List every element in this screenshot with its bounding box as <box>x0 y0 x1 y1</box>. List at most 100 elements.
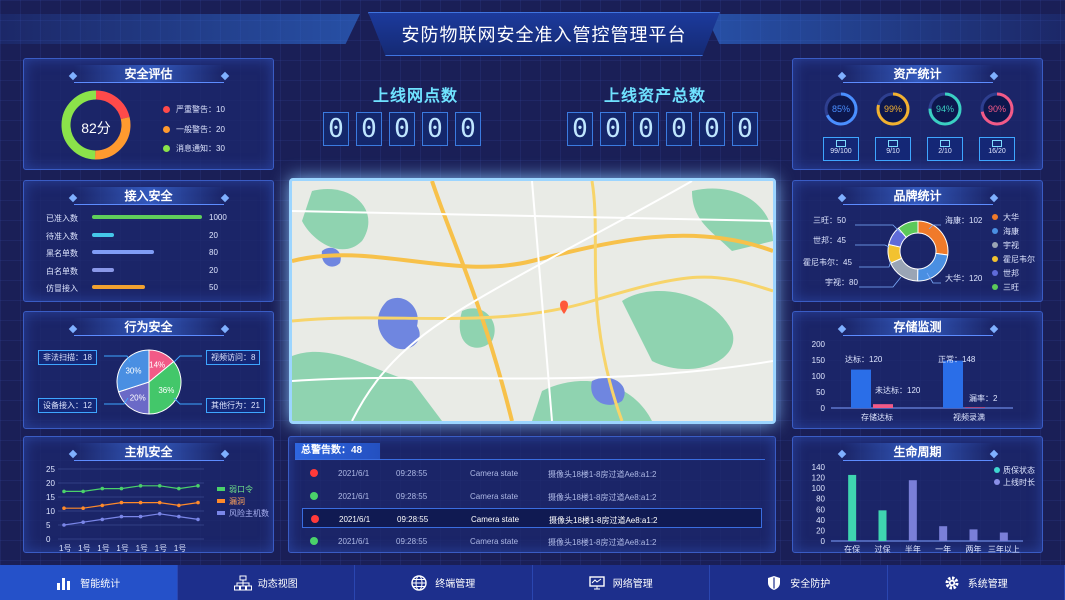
bar <box>965 407 985 408</box>
bar-annotation: 正常：148 <box>938 355 976 364</box>
counter-digit: 0 <box>567 112 593 146</box>
legend-dot <box>992 242 998 248</box>
alarm-row[interactable]: 2021/6/1 09:28:55 Camera state 摄像头18楼1-8房过道… <box>302 486 762 506</box>
legend-label: 霍尼韦尔 <box>1003 254 1035 264</box>
map-view[interactable] <box>289 178 776 424</box>
asset-ring: 85% <box>824 92 858 126</box>
access-row-label: 黑名单数 <box>46 249 78 258</box>
counter-digit: 0 <box>422 112 448 146</box>
series-point <box>81 506 85 510</box>
alarm-time: 09:28:55 <box>396 536 428 546</box>
alarm-date: 2021/6/1 <box>338 469 370 478</box>
series-point <box>62 523 66 527</box>
access-row-bar <box>92 250 154 254</box>
leader-line <box>859 260 892 268</box>
counter-digit: 0 <box>699 112 725 146</box>
access-row-label: 待准入数 <box>46 231 78 241</box>
nav-item-label: 动态视图 <box>257 579 298 590</box>
monitor-icon <box>589 575 605 591</box>
x-tick-label: 1号 <box>78 544 90 553</box>
asset-count-box: 9/10 <box>875 137 911 161</box>
access-row-value: 1000 <box>209 213 227 222</box>
series-point <box>81 489 85 494</box>
series-point <box>177 486 181 491</box>
alarm-row[interactable]: 2021/6/1 09:28:55 Camera state 摄像头18楼1-8房过道… <box>302 463 762 483</box>
counter-digit: 0 <box>633 112 659 146</box>
device-icon <box>992 140 1002 147</box>
counter-digit: 0 <box>666 112 692 146</box>
y-tick-label: 120 <box>812 474 826 483</box>
series-point <box>196 484 200 488</box>
lifecycle-bar-chart: 0 2040 6080 100120 140 在保 过保 半年 一年 两年 三年以上 质保状态上线时长 <box>812 463 1035 554</box>
leader-line <box>173 355 202 363</box>
tag-device-access: 设备接入：12 <box>38 398 97 413</box>
legend-label: 海康 <box>1003 226 1019 236</box>
ring-percent: 90% <box>988 104 1006 114</box>
x-tick-label: 1号 <box>116 544 128 553</box>
alarm-msg: 摄像头18楼1-8房过道Ae8:a1:2 <box>548 470 657 479</box>
y-tick-label: 20 <box>46 479 55 488</box>
page-title: 安防物联网安全准入管控管理平台 <box>401 25 687 46</box>
y-tick-label: 150 <box>812 356 826 365</box>
status-dot <box>310 536 318 545</box>
bar <box>969 529 978 541</box>
nav-item[interactable]: 网络管理 <box>532 565 710 600</box>
series-point <box>100 503 105 508</box>
counter-digit: 0 <box>323 112 349 146</box>
x-tick-label: 1号 <box>174 544 186 553</box>
org-chart-icon <box>233 575 252 591</box>
status-dot <box>311 515 319 523</box>
leader-line <box>173 397 202 405</box>
panel-title: 资产统计 <box>842 65 993 83</box>
pie-slice-label: 36% <box>158 386 174 395</box>
legend-dot <box>992 256 998 262</box>
leader-line <box>855 224 902 234</box>
nav-item[interactable]: 安全防护 <box>710 565 888 600</box>
bottom-nav: 智能统计 动态视图 终端管理 网络管理 安全防护 系统管理 <box>0 565 1065 600</box>
alarm-row[interactable]: 2021/6/1 09:28:55 Camera state 摄像头18楼1-8房过道… <box>302 508 762 528</box>
x-tick-label: 1号 <box>155 544 167 553</box>
asset-count-box: 2/10 <box>927 137 963 161</box>
legend-swatch <box>217 511 225 515</box>
access-row-label: 白名单数 <box>46 266 78 276</box>
x-tick-label: 存储达标 <box>861 412 893 422</box>
alarm-msg: 摄像头18楼1-8房过道Ae8:a1:2 <box>549 516 658 525</box>
alarm-time: 09:28:55 <box>397 515 429 524</box>
counter-digit: 0 <box>600 112 626 146</box>
alarm-row[interactable]: 2021/6/1 09:28:55 Camera state 摄像头18楼1-8房过道… <box>302 531 762 551</box>
series-point <box>62 506 66 510</box>
gear-icon <box>944 575 960 591</box>
x-tick-label: 视频录满 <box>953 412 985 422</box>
series-point <box>157 484 162 488</box>
legend-dot <box>992 270 998 276</box>
legend-label: 宇视 <box>1003 240 1019 250</box>
pie-slice-label: 14% <box>149 361 165 370</box>
bar <box>943 360 963 408</box>
globe-icon <box>411 574 427 591</box>
bar-chart-icon <box>56 575 72 591</box>
series-point <box>138 514 143 519</box>
x-tick-label: 一年 <box>935 544 951 554</box>
bar <box>999 532 1008 541</box>
nav-item[interactable]: 系统管理 <box>887 565 1065 600</box>
alarm-time: 09:28:55 <box>396 491 428 501</box>
nav-item[interactable]: 动态视图 <box>177 565 355 600</box>
x-tick-label: 半年 <box>905 544 921 554</box>
tag-illegal-scan: 非法扫描：18 <box>38 350 97 365</box>
y-tick-label: 200 <box>812 340 826 349</box>
leader-line <box>859 276 902 288</box>
map-canvas <box>292 181 773 421</box>
x-tick-label: 两年 <box>966 544 982 554</box>
series-point <box>119 514 124 519</box>
brand-slice-label: 霍尼韦尔：45 <box>803 257 852 267</box>
nav-item[interactable]: 智能统计 <box>0 565 178 600</box>
x-tick-label: 在保 <box>844 544 860 554</box>
alarm-date: 2021/6/1 <box>339 515 371 524</box>
series-point <box>177 514 181 519</box>
counter-digit: 0 <box>455 112 481 146</box>
legend-label: 世邦 <box>1003 268 1019 278</box>
online-sites-title: 上线网点数 <box>373 88 459 105</box>
nav-item[interactable]: 终端管理 <box>355 565 533 600</box>
brand-donut: 三旺：50 世邦：45 霍尼韦尔：45 宇视：80 海康：102 大华：120 大华海康宇视… <box>803 212 1035 292</box>
bar <box>908 480 917 541</box>
